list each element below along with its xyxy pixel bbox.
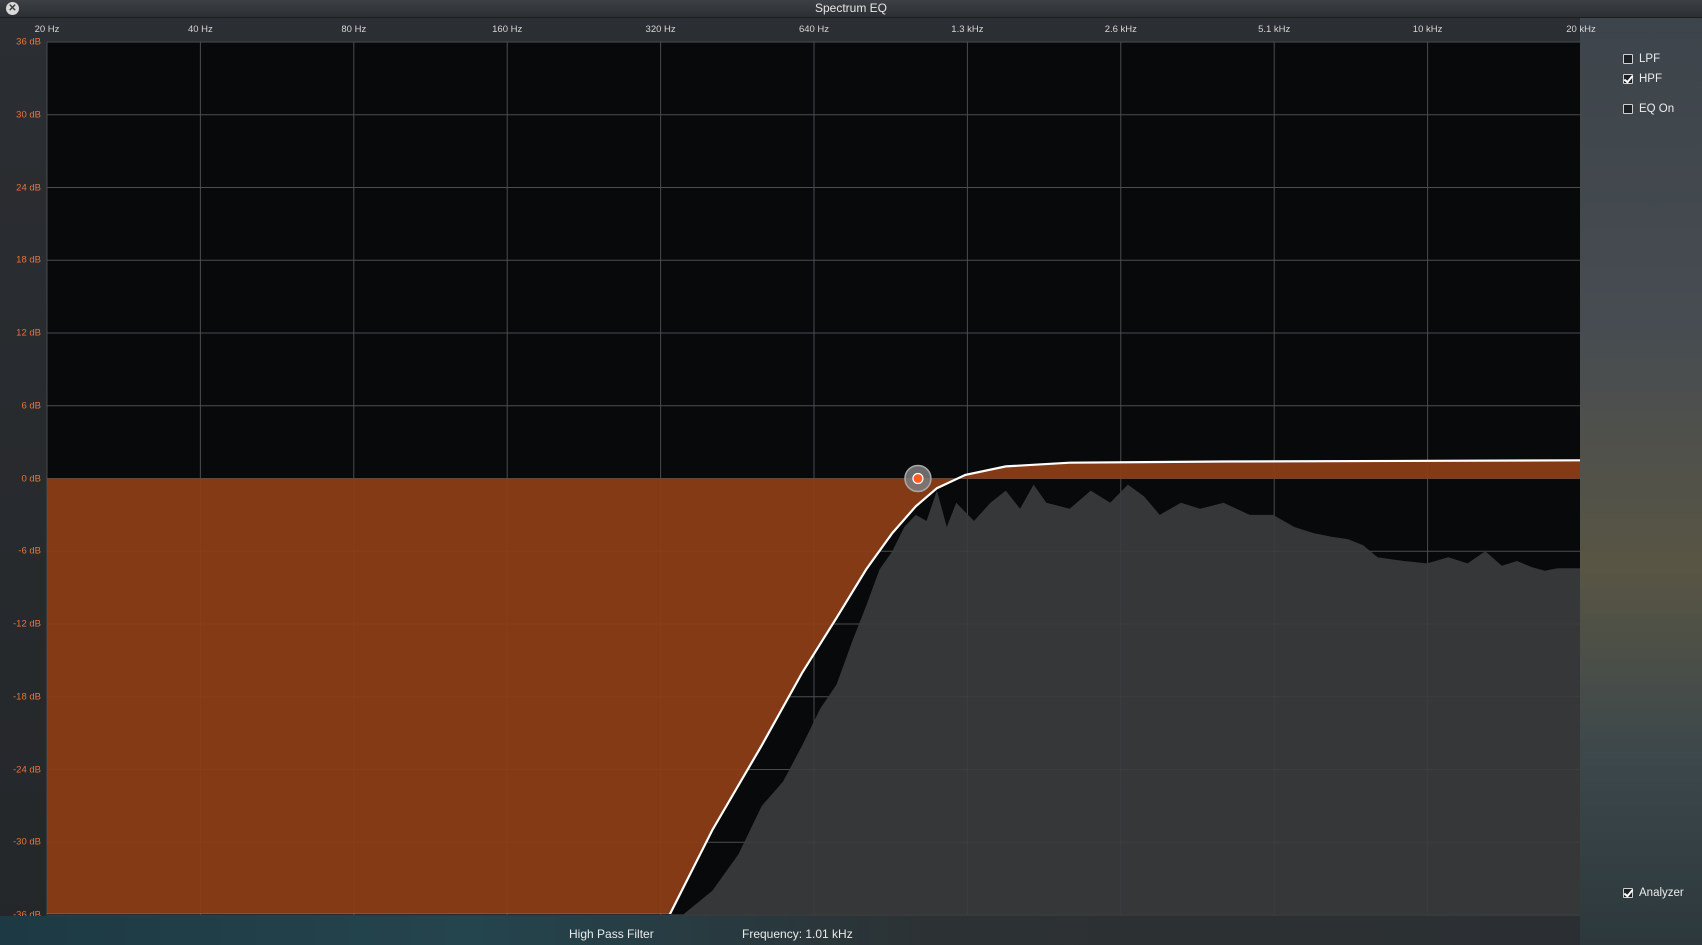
freq-tick-label: 40 Hz [187,24,213,35]
filter-type-text: High Pass Filter [569,927,654,941]
db-tick-label: 24 dB [16,182,41,193]
handle-dot[interactable] [912,472,924,485]
background-blur [1580,0,1702,945]
db-tick-label: 0 dB [21,473,41,484]
eq-on-checkbox-box[interactable] [1623,104,1633,114]
db-tick-label: -12 dB [13,618,41,630]
lpf-label: LPF [1639,53,1661,65]
freq-tick-label: 2.6 kHz [1104,24,1137,35]
hpf-checkbox[interactable]: HPF [1623,73,1662,85]
lpf-checkbox[interactable]: LPF [1623,53,1660,65]
hpf-checkbox-box[interactable] [1623,74,1633,84]
freq-tick-label: 10 kHz [1412,24,1443,35]
freq-tick-label: 5.1 kHz [1258,24,1291,35]
freq-tick-label: 320 Hz [645,24,676,35]
analyzer-checkbox[interactable]: Analyzer [1623,887,1684,899]
db-tick-label: 6 dB [21,400,41,412]
db-tick-label: 36 dB [16,36,41,48]
freq-tick-label: 20 Hz [34,24,60,35]
db-tick-label: -30 dB [13,836,41,848]
eq-on-checkbox[interactable]: EQ On [1623,103,1674,115]
db-tick-label: -6 dB [18,545,41,557]
eq-on-label: EQ On [1639,103,1675,115]
eq-graph[interactable] [0,17,1580,917]
freq-tick-label: 80 Hz [341,24,367,35]
window-title: Spectrum EQ [814,1,888,15]
hpf-label: HPF [1639,73,1662,85]
db-tick-label: 18 dB [16,254,41,266]
lpf-checkbox-box[interactable] [1623,54,1633,64]
spectrum-eq-window: ✕ Spectrum EQ 20 Hz 40 Hz 80 Hz 160 Hz 320 H… [0,0,1702,945]
db-tick-label: 12 dB [16,327,41,339]
db-tick-label: -24 dB [13,764,41,775]
db-tick-label: -18 dB [13,691,41,703]
freq-tick-label: 1.3 kHz [951,24,984,35]
freq-tick-label: 160 Hz [492,24,523,35]
frequency-readout: Frequency: 1.01 kHz [742,927,853,941]
analyzer-checkbox-box[interactable] [1623,888,1633,898]
freq-tick-label: 640 Hz [798,24,830,35]
db-tick-label: 30 dB [16,109,41,121]
freq-tick-label: 20 kHz [1566,24,1596,35]
analyzer-label: Analyzer [1639,887,1684,899]
frequency-handle[interactable] [904,464,932,493]
title-bar: ✕ Spectrum EQ [0,0,1702,18]
